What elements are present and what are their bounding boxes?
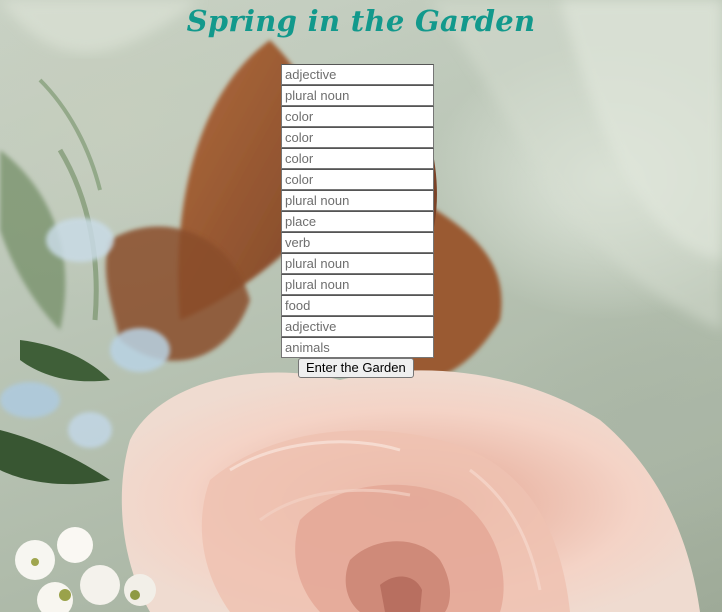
mad-lib-form xyxy=(281,64,434,358)
color-input-3[interactable] xyxy=(281,148,434,169)
adjective-input-2[interactable] xyxy=(281,316,434,337)
plural-noun-input-4[interactable] xyxy=(281,274,434,295)
enter-the-garden-button[interactable]: Enter the Garden xyxy=(298,358,414,378)
page-title: Spring in the Garden xyxy=(186,4,536,38)
adjective-input-1[interactable] xyxy=(281,64,434,85)
animals-input[interactable] xyxy=(281,337,434,358)
plural-noun-input-3[interactable] xyxy=(281,253,434,274)
color-input-1[interactable] xyxy=(281,106,434,127)
color-input-2[interactable] xyxy=(281,127,434,148)
place-input[interactable] xyxy=(281,211,434,232)
food-input[interactable] xyxy=(281,295,434,316)
color-input-4[interactable] xyxy=(281,169,434,190)
plural-noun-input-1[interactable] xyxy=(281,85,434,106)
plural-noun-input-2[interactable] xyxy=(281,190,434,211)
verb-input[interactable] xyxy=(281,232,434,253)
